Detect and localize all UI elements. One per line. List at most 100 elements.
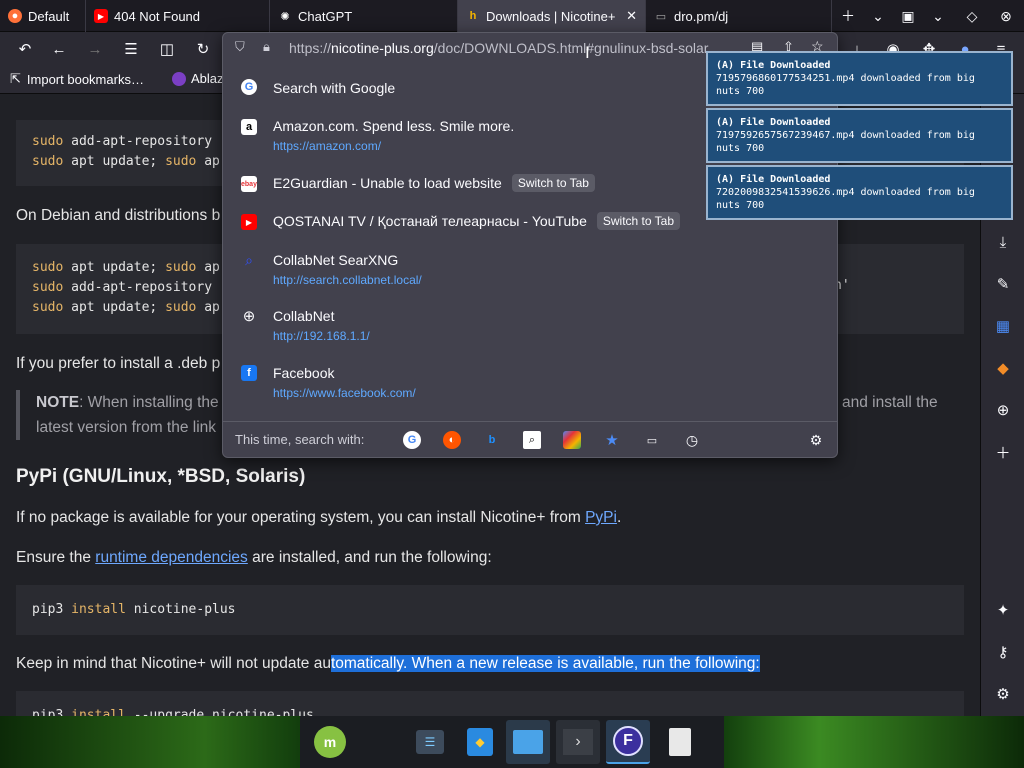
note-text-right: and install the bbox=[842, 394, 938, 411]
suggestion-url: https://www.facebook.com/ bbox=[273, 386, 416, 400]
file-manager-icon[interactable] bbox=[506, 720, 550, 764]
text-editor-icon[interactable] bbox=[658, 720, 702, 764]
notification-file-downloaded[interactable]: (A) File Downloaded 7202009832541539626.… bbox=[706, 165, 1013, 220]
text-cursor-icon: Ⅰ bbox=[585, 45, 590, 62]
sidebar-translate-icon[interactable]: ▦ bbox=[991, 314, 1015, 338]
notification-body: 7195796860177534251.mp4 downloaded from … bbox=[716, 73, 975, 97]
software-store-icon[interactable]: ◆ bbox=[458, 720, 502, 764]
sidebar-extension-icon[interactable]: ◆ bbox=[991, 356, 1015, 380]
history-search-icon[interactable]: ◷ bbox=[683, 431, 701, 449]
pypi-text-end: . bbox=[616, 509, 622, 526]
ensure-text-end: are installed, and run the following: bbox=[247, 549, 492, 566]
suggestion-title: Amazon.com. Spend less. Smile more. bbox=[273, 118, 515, 134]
pypi-link[interactable]: PyPi bbox=[585, 509, 617, 526]
minimize-chevron-icon[interactable]: ⌄ bbox=[928, 6, 948, 26]
system-settings-icon[interactable]: ☰ bbox=[408, 720, 452, 764]
suggestion-title: Search with Google bbox=[273, 80, 396, 96]
bookmarks-search-icon[interactable]: ★ bbox=[603, 431, 621, 449]
debian-paragraph: On Debian and distributions b bbox=[16, 207, 221, 224]
runtime-dependencies-link[interactable]: runtime dependencies bbox=[95, 549, 248, 566]
openai-icon: ✺ bbox=[280, 10, 290, 23]
youtube-icon: ▶ bbox=[94, 9, 108, 23]
suggestion-url: http://search.collabnet.local/ bbox=[273, 273, 422, 287]
amazon-icon: a bbox=[241, 119, 257, 135]
new-tab-icon[interactable]: ＋ bbox=[838, 6, 858, 26]
notification-title: (A) File Downloaded bbox=[716, 117, 831, 128]
reload-icon[interactable]: ↻ bbox=[192, 38, 214, 60]
tab-strip: ● Default ▶ 404 Not Found ✺ ChatGPT h Do… bbox=[0, 0, 1024, 32]
suggestion-title-wrap: QOSTANAI TV / Қостанай телеарнасы - YouT… bbox=[273, 212, 681, 230]
searx-icon[interactable]: ⌕ bbox=[523, 431, 541, 449]
sidebar-globe-icon[interactable]: ⊕ bbox=[991, 398, 1015, 422]
colorful-engine-icon[interactable] bbox=[563, 431, 581, 449]
search-engines-bar: This time, search with: G ◐ b ⌕ ★ ▭ ◷ ⚙ bbox=[223, 421, 837, 457]
sidebar-pencil-icon[interactable]: ✎ bbox=[991, 272, 1015, 296]
tab-manager-icon[interactable]: ▣ bbox=[898, 6, 918, 26]
terminal-icon[interactable]: › bbox=[556, 720, 600, 764]
sidebar-add-icon[interactable]: ＋ bbox=[991, 440, 1015, 464]
lock-icon[interactable]: 🔒︎ bbox=[263, 39, 270, 55]
list-icon[interactable]: ☰ bbox=[120, 38, 142, 60]
code-block-pip: pip3 install nicotine-plus bbox=[16, 585, 964, 635]
switch-to-tab-button[interactable]: Switch to Tab bbox=[596, 212, 681, 230]
tab-downloads[interactable]: h Downloads | Nicotine+ ✕ bbox=[458, 0, 646, 32]
code-line: pip3 install --upgrade nicotine-plus bbox=[32, 708, 314, 716]
suggestion-collabnet[interactable]: ⊕ CollabNet http://192.168.1.1/ bbox=[223, 303, 837, 347]
close-window-icon[interactable]: ⊗ bbox=[996, 6, 1016, 26]
import-bookmarks-button[interactable]: ⇱ Import bookmarks… bbox=[10, 71, 144, 87]
import-icon: ⇱ bbox=[10, 71, 21, 86]
duckduckgo-icon[interactable]: ◐ bbox=[443, 431, 461, 449]
keep-paragraph: Keep in mind that Nicotine+ will not upd… bbox=[16, 655, 760, 673]
taskbar-panel: m ☰ ◆ › F bbox=[300, 716, 724, 768]
page-icon: ▭ bbox=[655, 10, 667, 23]
bookmark-label: Ablaz bbox=[191, 71, 224, 86]
tabs-search-icon[interactable]: ▭ bbox=[643, 431, 661, 449]
tab-title: ChatGPT bbox=[298, 8, 353, 24]
forward-icon[interactable]: → bbox=[84, 38, 106, 60]
tab-title: 404 Not Found bbox=[114, 8, 201, 24]
chevron-down-icon[interactable]: ⌄ bbox=[868, 6, 888, 26]
close-tab-icon[interactable]: ✕ bbox=[626, 8, 637, 24]
search-settings-icon[interactable]: ⚙ bbox=[807, 431, 825, 449]
firefox-taskbar-icon[interactable]: F bbox=[606, 720, 650, 764]
youtube-icon: ▶ bbox=[241, 214, 257, 230]
tab-404[interactable]: ▶ 404 Not Found bbox=[86, 0, 270, 32]
google-icon: G bbox=[241, 79, 257, 95]
notification-title: (A) File Downloaded bbox=[716, 174, 831, 185]
google-engine-icon[interactable]: G bbox=[403, 431, 421, 449]
facebook-icon: f bbox=[241, 365, 257, 381]
ebay-icon: ebay bbox=[241, 176, 257, 192]
suggestion-searxng[interactable]: ⌕ CollabNet SearXNG http://search.collab… bbox=[223, 247, 837, 291]
url-text: https://nicotine-plus.org/doc/DOWNLOADS.… bbox=[289, 40, 709, 56]
suggestion-title: CollabNet SearXNG bbox=[273, 252, 399, 268]
mint-menu-icon[interactable]: m bbox=[308, 720, 352, 764]
bookmark-item[interactable]: Ablaz bbox=[172, 71, 224, 86]
notification-file-downloaded[interactable]: (A) File Downloaded 7195796860177534251.… bbox=[706, 51, 1013, 106]
back-icon[interactable]: ← bbox=[48, 38, 70, 60]
suggestion-facebook[interactable]: f Facebook https://www.facebook.com/ bbox=[223, 360, 837, 404]
sidebar-downloads-icon[interactable]: ⤓ bbox=[991, 230, 1015, 254]
suggestion-url: http://192.168.1.1/ bbox=[273, 329, 370, 343]
shield-icon[interactable]: ⛉ bbox=[235, 39, 245, 55]
selected-text: tomatically. When a new release is avail… bbox=[330, 655, 760, 672]
tab-dropm[interactable]: ▭ dro.pm/dj bbox=[646, 0, 832, 32]
restore-icon[interactable]: ◇ bbox=[962, 6, 982, 26]
code-block-upgrade: pip3 install --upgrade nicotine-plus bbox=[16, 691, 964, 716]
suggestion-url: https://amazon.com/ bbox=[273, 139, 382, 153]
tab-default[interactable]: ● Default bbox=[0, 0, 86, 32]
sidebar-settings-icon[interactable]: ⚙ bbox=[991, 682, 1015, 706]
sidebar-icon[interactable]: ◫ bbox=[156, 38, 178, 60]
sidebar-key-icon[interactable]: ⚷ bbox=[991, 640, 1015, 664]
bing-icon[interactable]: b bbox=[483, 431, 501, 449]
sidebar-puzzle-icon[interactable]: ✦ bbox=[991, 598, 1015, 622]
pypi-paragraph: If no package is available for your oper… bbox=[16, 509, 621, 527]
nicotine-icon: h bbox=[469, 10, 477, 22]
suggestion-title: CollabNet bbox=[273, 308, 335, 324]
ensure-text: Ensure the bbox=[16, 549, 96, 566]
note-text: : When installing the bbox=[79, 394, 219, 411]
notification-file-downloaded[interactable]: (A) File Downloaded 7197592657567239467.… bbox=[706, 108, 1013, 163]
undo-close-icon[interactable]: ↶ bbox=[14, 38, 36, 60]
note-label: NOTE bbox=[36, 394, 80, 411]
switch-to-tab-button[interactable]: Switch to Tab bbox=[511, 174, 595, 192]
tab-chatgpt[interactable]: ✺ ChatGPT bbox=[270, 0, 458, 32]
